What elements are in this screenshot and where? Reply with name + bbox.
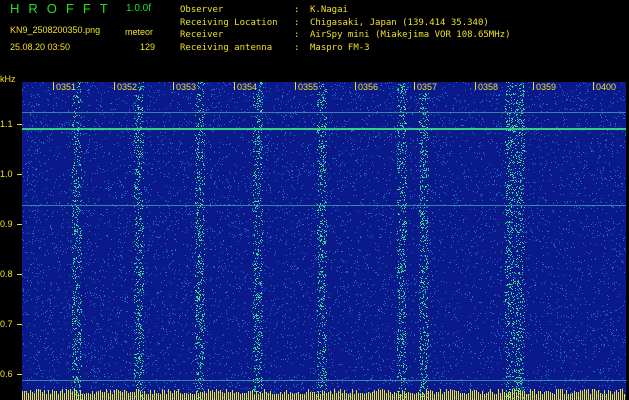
freq-tick [17,124,22,125]
carrier-line [22,128,626,130]
count-value: 129 [139,42,155,52]
time-tick-label: 0357 [416,82,439,93]
time-tick [475,82,476,90]
time-tick [414,82,415,90]
info-receiver: Receiver: AirSpy mini (Miakejima VOR 108.… [180,30,511,40]
datetime-label: 25.08.20 03:50 [10,42,71,52]
freq-tick [17,324,22,325]
time-tick [295,82,296,90]
info-antenna: Receiving antenna: Maspro FM-3 [180,42,370,53]
time-tick-label: 0351 [55,82,78,93]
carrier-line [22,380,626,381]
info-observer: Observer: K.Nagai [180,5,348,15]
freq-tick [17,224,22,225]
image-filename: KN9_2508200350.png [10,25,101,35]
station-info: Observer: K.Nagai Receiving Location: Chig… [180,4,510,54]
time-tick-label: 0353 [175,82,198,93]
carrier-line [22,112,626,113]
freq-tick [17,274,22,275]
spectrogram-canvas [22,82,626,400]
freq-tick [17,374,22,375]
header-panel: HROFFT 1.0.0f KN9_2508200350.png meteor … [0,0,629,76]
time-tick [234,82,235,90]
mode-label: meteor [125,27,154,37]
spectrogram-plot [22,82,626,400]
time-tick [593,82,594,90]
time-tick [173,82,174,90]
freq-tick [17,174,22,175]
time-tick [355,82,356,90]
app-version: 1.0.0f [126,3,152,14]
time-tick-label: 0354 [236,82,259,93]
freq-unit-label: kHz [0,74,16,84]
time-tick-label: 0400 [595,82,618,93]
time-tick-label: 0359 [535,82,558,93]
time-tick-label: 0358 [477,82,500,93]
time-tick [533,82,534,90]
time-tick-label: 0355 [297,82,320,93]
time-tick [53,82,54,90]
info-location: Receiving Location: Chigasaki, Japan (139… [180,17,489,28]
carrier-line [22,205,626,206]
time-tick [114,82,115,90]
time-tick-label: 0352 [116,82,139,93]
app-title: HROFFT [10,1,117,16]
time-tick-label: 0356 [357,82,380,93]
